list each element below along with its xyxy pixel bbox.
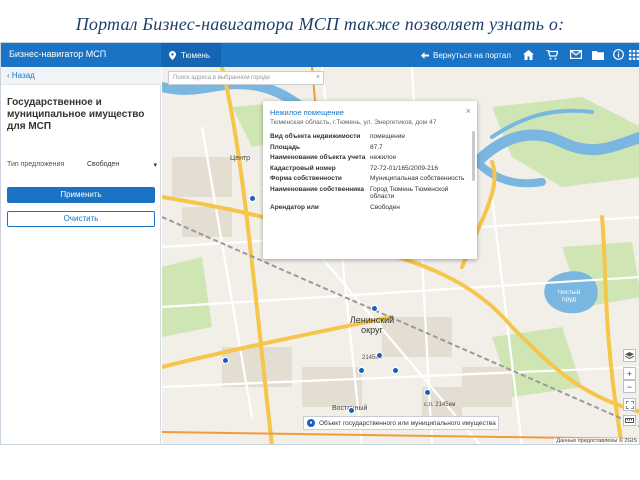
map-legend: ● Объект государственного или муниципаль… bbox=[303, 416, 499, 430]
property-info-popup: Нежилое помещение × Тюменская область, г… bbox=[263, 101, 477, 259]
legend-text: Объект государственного или муниципально… bbox=[319, 419, 496, 427]
row-key: Арендатор или bbox=[270, 203, 319, 211]
map-search-placeholder: Поиск адреса в выбранном городе bbox=[173, 75, 270, 81]
map-label-center: Центр bbox=[230, 155, 251, 162]
table-row: Арендатор или Свободен bbox=[270, 204, 470, 215]
mail-icon[interactable] bbox=[569, 48, 583, 61]
location-pin-icon bbox=[169, 50, 176, 60]
zoom-in-icon[interactable]: + bbox=[623, 367, 636, 380]
layers-icon[interactable] bbox=[623, 349, 636, 362]
filter-label: Тип предложения bbox=[7, 161, 65, 168]
row-value: Муниципальная собственность bbox=[370, 175, 465, 182]
map-search-input[interactable]: Поиск адреса в выбранном городе × bbox=[168, 71, 324, 85]
filter-offer-type: Тип предложения Свободен ▾ bbox=[7, 161, 157, 169]
property-marker[interactable] bbox=[348, 407, 355, 414]
popup-close-icon[interactable]: × bbox=[466, 106, 471, 116]
back-link-label: Назад bbox=[11, 71, 35, 80]
row-value: помещение bbox=[370, 133, 405, 140]
folder-icon[interactable] bbox=[591, 48, 605, 61]
map-label-district: Ленинский округ bbox=[349, 315, 395, 335]
back-to-portal-label: Вернуться на портал bbox=[433, 50, 511, 60]
row-key: Наименование собственника bbox=[270, 185, 365, 193]
sidebar-panel: ‹ Назад Государственное и муниципальное … bbox=[1, 67, 161, 444]
row-key: Наименование объекта учета bbox=[270, 154, 366, 161]
table-row: Кадастровый номер 72-72-01/165/2009-216 bbox=[270, 165, 470, 176]
close-icon[interactable]: × bbox=[316, 74, 320, 81]
row-key: Вид объекта недвижимости bbox=[270, 133, 361, 140]
popup-details-table: Вид объекта недвижимости помещение Площад… bbox=[270, 133, 470, 214]
property-marker[interactable] bbox=[249, 195, 256, 202]
row-value: 72-72-01/165/2009-216 bbox=[370, 164, 438, 172]
info-icon[interactable] bbox=[611, 48, 625, 61]
app-name: Бизнес-навигатор МСП bbox=[9, 49, 107, 59]
row-key: Кадастровый номер bbox=[270, 164, 336, 172]
row-key: Площадь bbox=[270, 143, 300, 151]
clear-button[interactable]: Очистить bbox=[7, 211, 155, 227]
row-key: Форма собственности bbox=[270, 175, 342, 182]
ruler-icon[interactable] bbox=[623, 415, 636, 426]
back-arrow-icon bbox=[421, 51, 429, 59]
property-marker[interactable] bbox=[358, 367, 365, 374]
property-marker[interactable] bbox=[376, 352, 383, 359]
table-row: Наименование объекта учета нежилое bbox=[270, 154, 470, 165]
apply-button[interactable]: Применить bbox=[7, 187, 155, 203]
fullscreen-icon[interactable] bbox=[623, 398, 636, 411]
property-marker[interactable] bbox=[371, 305, 378, 312]
row-value: Свободен bbox=[370, 203, 400, 211]
back-to-portal-button[interactable]: Вернуться на портал bbox=[421, 43, 511, 67]
popup-scrollbar[interactable] bbox=[472, 131, 475, 181]
filter-value: Свободен bbox=[87, 161, 120, 168]
back-link[interactable]: ‹ Назад bbox=[1, 67, 161, 85]
map-attribution: Данные предоставлены © 2GIS bbox=[554, 438, 639, 444]
property-marker[interactable] bbox=[392, 367, 399, 374]
map-label-lake: Чистый пруд bbox=[557, 289, 581, 303]
city-label: Тюмень bbox=[181, 50, 210, 60]
table-row: Вид объекта недвижимости помещение bbox=[270, 133, 470, 144]
top-bar: Бизнес-навигатор МСП Тюмень Вернуться на… bbox=[1, 43, 639, 67]
city-selector-button[interactable]: Тюмень bbox=[161, 43, 221, 67]
row-value: 87.7 bbox=[370, 143, 383, 151]
map-label-km2: с.п. 2145км bbox=[424, 402, 456, 408]
popup-address: Тюменская область, г.Тюмень, ул. Энергет… bbox=[270, 119, 437, 126]
legend-marker-icon: ● bbox=[307, 419, 315, 427]
row-value: нежилое bbox=[370, 154, 397, 161]
table-row: Форма собственности Муниципальная собстве… bbox=[270, 175, 470, 186]
app-window: Бизнес-навигатор МСП Тюмень Вернуться на… bbox=[0, 42, 640, 445]
chevron-down-icon: ▾ bbox=[153, 162, 157, 169]
property-marker[interactable] bbox=[424, 389, 431, 396]
popup-title: Нежилое помещение bbox=[270, 108, 344, 117]
row-value: Город Тюмень Тюменской области bbox=[370, 185, 449, 201]
filter-select[interactable]: Свободен ▾ bbox=[87, 161, 157, 169]
cart-icon[interactable] bbox=[545, 48, 559, 61]
map-view[interactable]: Поиск адреса в выбранном городе × Центр … bbox=[162, 67, 639, 444]
grid-icon[interactable] bbox=[627, 48, 639, 61]
home-icon[interactable] bbox=[521, 48, 535, 61]
table-row: Наименование собственника Город Тюмень Тю… bbox=[270, 186, 470, 204]
slide-title: Портал Бизнес-навигатора МСП также позво… bbox=[75, 14, 565, 34]
zoom-out-icon[interactable]: − bbox=[623, 380, 636, 393]
property-marker[interactable] bbox=[222, 357, 229, 364]
sidebar-heading: Государственное и муниципальное имуществ… bbox=[7, 97, 145, 132]
table-row: Площадь 87.7 bbox=[270, 144, 470, 155]
